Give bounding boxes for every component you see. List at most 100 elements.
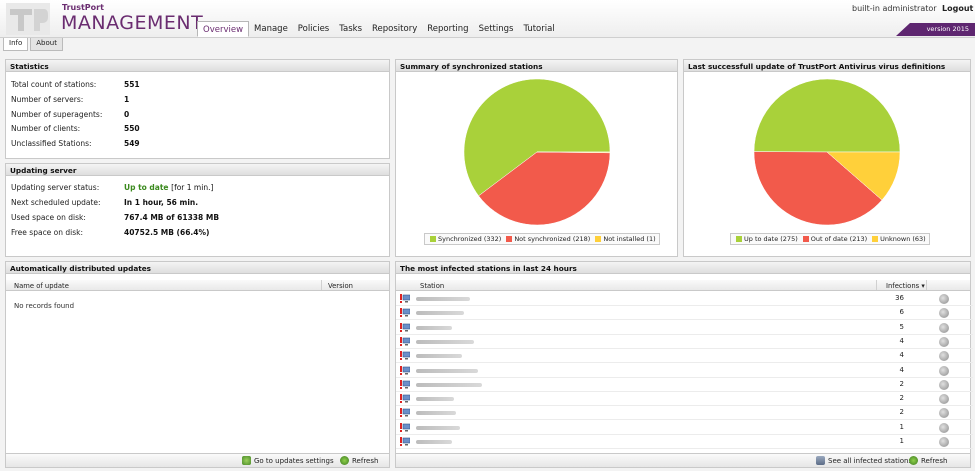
main-nav: Overview Manage Policies Tasks Repositor… <box>197 21 560 37</box>
legend-swatch-yellow <box>595 236 602 242</box>
details-icon[interactable] <box>939 365 949 376</box>
infected-station-icon <box>400 408 410 418</box>
col-version[interactable]: Version <box>328 282 353 290</box>
stat-value: 1 <box>124 95 130 104</box>
refresh-icon <box>909 456 918 465</box>
station-name-redacted <box>416 311 464 316</box>
server-status-value: Up to date [for 1 min.] <box>124 183 213 192</box>
table-row[interactable]: 2 <box>396 406 973 421</box>
infected-station-icon <box>400 437 410 446</box>
legend-item: Unknown (63) <box>880 235 926 243</box>
infection-count: 1 <box>899 437 904 445</box>
infected-station-icon <box>400 322 410 332</box>
stat-label: Number of clients: <box>11 124 81 133</box>
free-space-value: 40752.5 MB (66.4%) <box>124 228 210 237</box>
legend-item: Not synchronized (218) <box>514 235 591 243</box>
auto-updates-refresh-button[interactable]: Refresh <box>340 456 378 465</box>
stat-label: Number of servers: <box>11 95 84 104</box>
details-icon[interactable] <box>939 408 949 419</box>
free-space-label: Free space on disk: <box>11 228 84 237</box>
stat-label: Number of superagents: <box>11 110 103 119</box>
infected-station-icon <box>400 365 410 375</box>
table-row[interactable]: 2 <box>396 392 973 407</box>
updates-settings-button[interactable]: Go to updates settings <box>242 456 334 465</box>
infection-count: 5 <box>899 322 904 331</box>
table-row[interactable]: 4 <box>396 364 973 378</box>
sync-chart-panel: Summary of synchronized stations Synchro… <box>395 59 678 257</box>
col-infections[interactable]: Infections ▾ <box>886 282 925 290</box>
logout-link[interactable]: Logout <box>942 4 973 13</box>
version-label: version 2015 <box>926 25 969 33</box>
stat-value: 551 <box>124 80 140 89</box>
see-all-infected-button[interactable]: See all infected stations <box>816 456 912 465</box>
infected-refresh-button[interactable]: Refresh <box>909 456 947 465</box>
update-pie-chart <box>753 78 901 226</box>
empty-message: No records found <box>14 302 75 310</box>
refresh-icon <box>340 456 349 465</box>
refresh-label: Refresh <box>352 456 379 465</box>
subtab-info[interactable]: Info <box>3 38 29 51</box>
table-row[interactable]: 1 <box>396 435 973 449</box>
table-row[interactable]: 6 <box>396 306 973 321</box>
nav-policies[interactable]: Policies <box>293 21 334 37</box>
station-name-redacted <box>416 325 452 330</box>
nav-manage[interactable]: Manage <box>249 21 293 37</box>
table-row[interactable]: 1 <box>396 421 973 435</box>
server-status-note: [for 1 min.] <box>171 183 214 192</box>
infected-header: Station Infections ▾ <box>396 280 970 291</box>
pie-slice-up-to-date <box>753 78 901 153</box>
table-row[interactable]: 4 <box>396 349 973 364</box>
table-row[interactable]: 4 <box>396 335 973 349</box>
sync-legend: Synchronized (332) Not synchronized (218… <box>424 233 660 245</box>
table-row[interactable]: 36 <box>396 292 973 306</box>
legend-item: Not installed (1) <box>603 235 656 243</box>
nav-repository[interactable]: Repository <box>367 21 422 37</box>
legend-item: Out of date (213) <box>810 235 868 243</box>
statistics-panel: Statistics Total count of stations: 551 … <box>5 59 390 159</box>
nav-settings[interactable]: Settings <box>474 21 519 37</box>
details-icon[interactable] <box>939 294 949 304</box>
col-station[interactable]: Station <box>420 282 444 290</box>
details-icon[interactable] <box>939 422 949 433</box>
sync-pie-chart <box>463 78 611 226</box>
details-icon[interactable] <box>939 437 949 447</box>
subtab-about[interactable]: About <box>30 38 63 51</box>
legend-swatch-red <box>506 236 513 242</box>
stat-value: 0 <box>124 110 130 119</box>
details-icon[interactable] <box>939 379 949 390</box>
station-name-redacted <box>416 297 470 301</box>
update-chart-panel: Last successfull update of TrustPort Ant… <box>683 59 971 257</box>
col-name-of-update[interactable]: Name of update <box>14 282 69 290</box>
station-name-redacted <box>416 411 456 416</box>
infected-station-icon <box>400 351 410 361</box>
nav-overview[interactable]: Overview <box>197 21 250 37</box>
station-name-redacted <box>416 397 454 402</box>
station-name-redacted <box>416 425 460 430</box>
infected-station-icon <box>400 422 410 432</box>
col-infections-label: Infections <box>886 282 920 290</box>
table-row[interactable]: 5 <box>396 321 973 335</box>
auto-updates-footer: Go to updates settings Refresh <box>6 453 389 467</box>
updating-server-title: Updating server <box>6 164 389 176</box>
nav-tasks[interactable]: Tasks <box>334 21 367 37</box>
server-status-label: Updating server status: <box>11 183 100 192</box>
update-chart-title: Last successfull update of TrustPort Ant… <box>684 60 970 72</box>
infection-count: 1 <box>899 422 904 431</box>
used-space-label: Used space on disk: <box>11 213 86 222</box>
infected-station-icon <box>400 294 410 303</box>
details-icon[interactable] <box>939 336 949 347</box>
details-icon[interactable] <box>939 351 949 362</box>
nav-reporting[interactable]: Reporting <box>422 21 473 37</box>
logo-product-text: MANAGEMENT <box>61 12 204 34</box>
infection-count: 36 <box>895 294 904 302</box>
infected-stations-panel: The most infected stations in last 24 ho… <box>395 261 973 468</box>
nav-tutorial[interactable]: Tutorial <box>518 21 559 37</box>
table-row[interactable]: 2 <box>396 378 973 392</box>
server-status-text: Up to date <box>124 183 169 192</box>
details-icon[interactable] <box>939 322 949 333</box>
details-icon[interactable] <box>939 308 949 319</box>
station-name-redacted <box>416 368 478 373</box>
col-divider <box>321 280 322 290</box>
details-icon[interactable] <box>939 394 949 405</box>
logo-brand-text: TrustPort <box>62 3 104 12</box>
